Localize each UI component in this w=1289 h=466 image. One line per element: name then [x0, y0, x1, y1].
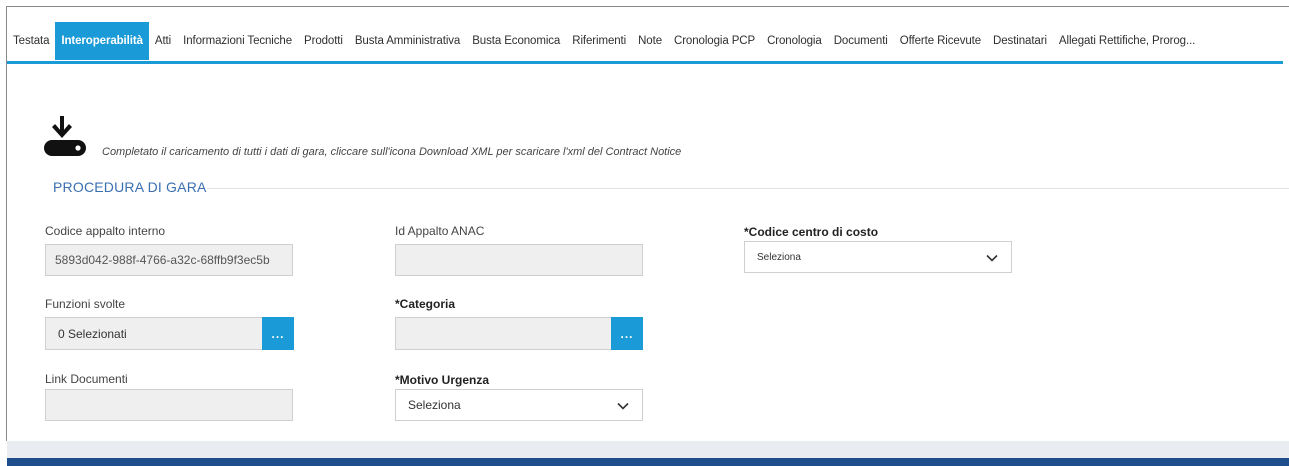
tab-riferimenti[interactable]: Riferimenti — [566, 22, 632, 60]
categoria-picker-button[interactable]: ... — [611, 317, 643, 350]
footer-bar — [7, 458, 1289, 466]
codice-appalto-label: Codice appalto interno — [45, 224, 166, 238]
chevron-down-icon — [986, 254, 998, 262]
motivo-urgenza-select[interactable]: Seleziona — [395, 389, 643, 421]
link-documenti-label: Link Documenti — [45, 372, 128, 386]
tab-allegati-rettifiche[interactable]: Allegati Rettifiche, Prorog... — [1053, 22, 1201, 60]
tab-interoperabilita[interactable]: Interoperabilità — [55, 22, 149, 60]
codice-centro-costo-value: Seleziona — [757, 251, 801, 263]
tab-documenti[interactable]: Documenti — [828, 22, 894, 60]
codice-centro-costo-select[interactable]: Seleziona — [744, 241, 1012, 273]
main-frame — [6, 6, 1289, 441]
section-divider — [207, 188, 1289, 189]
footer-spacer — [7, 441, 1289, 458]
id-appalto-anac-field[interactable] — [395, 244, 643, 276]
funzioni-svolte-field[interactable]: 0 Selezionati ... — [45, 317, 294, 350]
tab-bar: Testata Interoperabilità Atti Informazio… — [7, 22, 1283, 60]
tab-underline — [7, 61, 1283, 64]
codice-centro-costo-label: *Codice centro di costo — [744, 225, 879, 239]
download-instructions: Completato il caricamento di tutti i dat… — [102, 146, 682, 158]
tab-prodotti[interactable]: Prodotti — [298, 22, 349, 60]
tab-busta-economica[interactable]: Busta Economica — [466, 22, 566, 60]
tab-atti[interactable]: Atti — [149, 22, 177, 60]
tab-testata[interactable]: Testata — [7, 22, 55, 60]
categoria-field[interactable]: ... — [395, 317, 643, 350]
motivo-urgenza-value: Seleziona — [408, 398, 461, 412]
funzioni-svolte-label: Funzioni svolte — [45, 297, 126, 311]
funzioni-svolte-value: 0 Selezionati — [58, 326, 127, 341]
tab-offerte-ricevute[interactable]: Offerte Ricevute — [894, 22, 987, 60]
chevron-down-icon — [617, 402, 629, 410]
tab-informazioni-tecniche[interactable]: Informazioni Tecniche — [177, 22, 298, 60]
tab-cronologia[interactable]: Cronologia — [761, 22, 828, 60]
codice-appalto-value: 5893d042-988f-4766-a32c-68ffb9f3ec5b — [55, 253, 270, 267]
tab-destinatari[interactable]: Destinatari — [987, 22, 1053, 60]
section-title: PROCEDURA DI GARA — [53, 179, 207, 195]
codice-appalto-field[interactable]: 5893d042-988f-4766-a32c-68ffb9f3ec5b — [45, 244, 293, 276]
tab-cronologia-pcp[interactable]: Cronologia PCP — [668, 22, 761, 60]
download-icon[interactable] — [43, 114, 87, 158]
categoria-label: *Categoria — [395, 297, 456, 311]
funzioni-svolte-picker-button[interactable]: ... — [262, 317, 294, 350]
id-appalto-anac-label: Id Appalto ANAC — [395, 224, 485, 238]
motivo-urgenza-label: *Motivo Urgenza — [395, 373, 490, 387]
tab-busta-amministrativa[interactable]: Busta Amministrativa — [349, 22, 466, 60]
link-documenti-field[interactable] — [45, 389, 293, 421]
tab-note[interactable]: Note — [632, 22, 668, 60]
